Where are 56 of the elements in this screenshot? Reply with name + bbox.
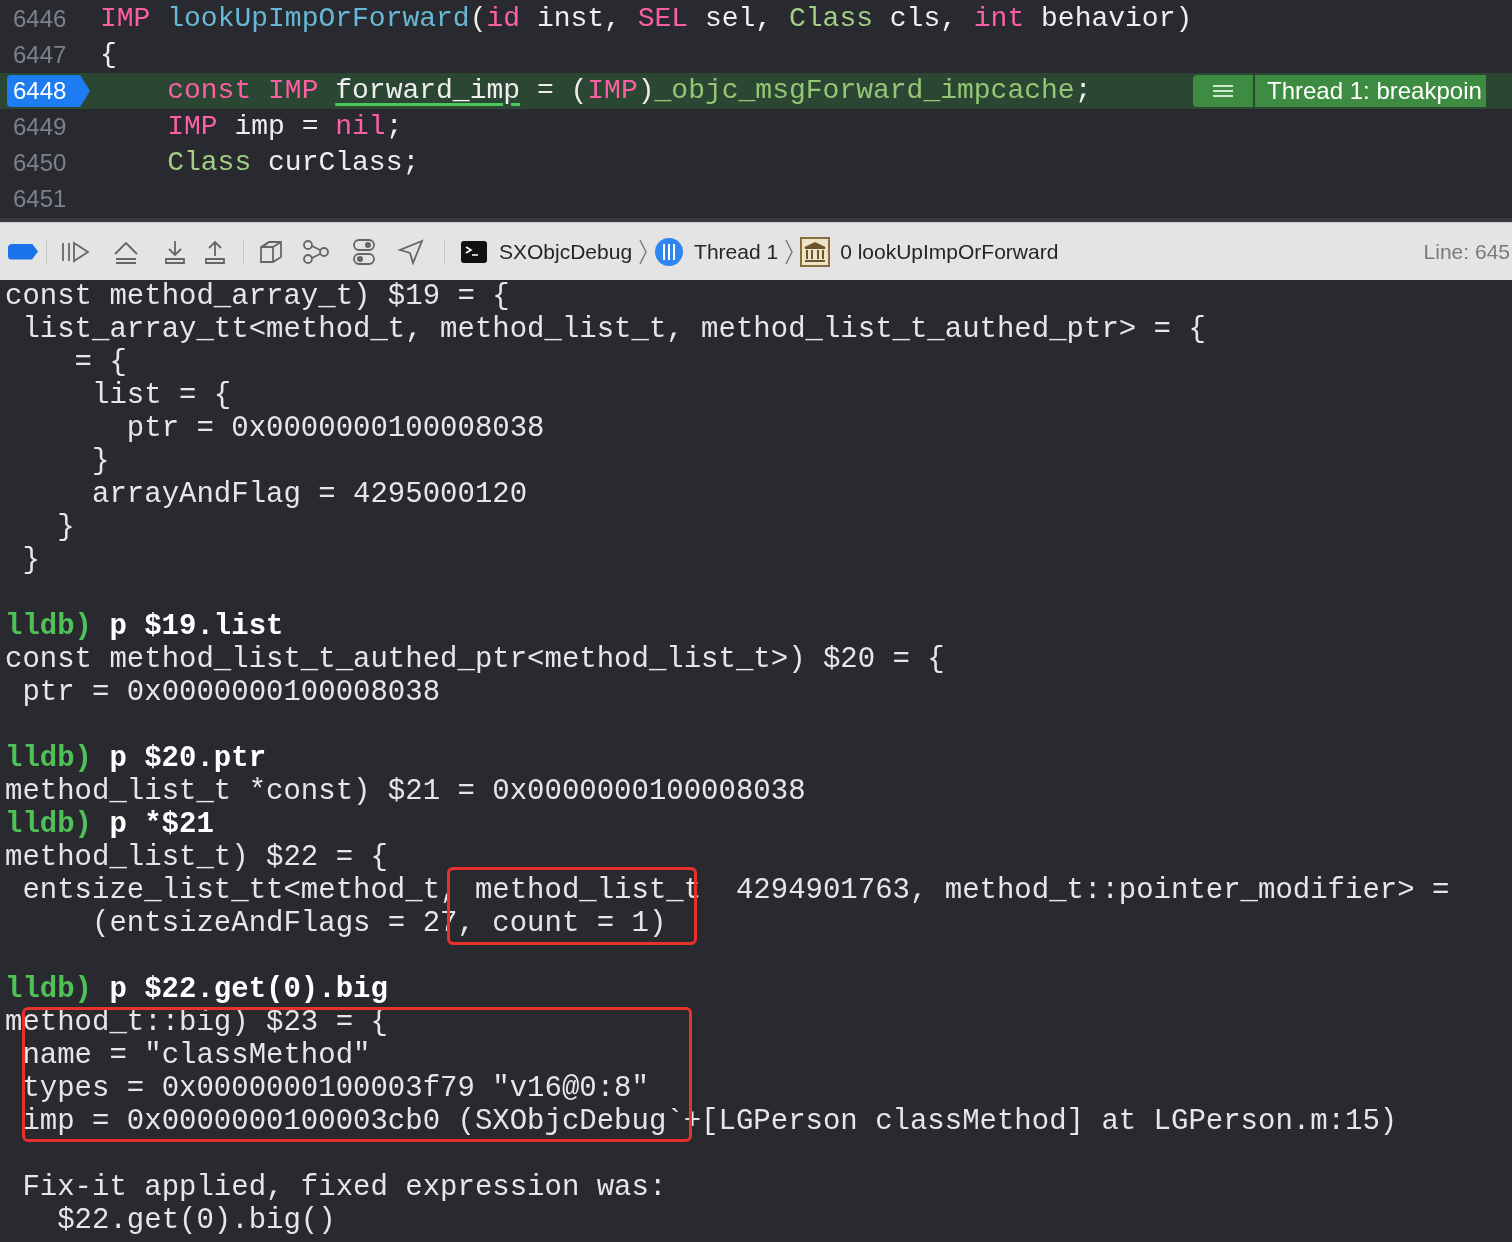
step-into-icon[interactable] [163,238,187,265]
console-output: arrayAndFlag = 4295000120 [91,478,528,511]
console-output: const method_array_t) $19 = { [5,280,510,313]
code-line: IMP imp = nil; [166,110,403,144]
console-output: = { [73,346,127,379]
thread-icon [654,236,685,267]
chevron-icon [638,237,649,266]
breadcrumb-item[interactable]: Thread 1 [694,235,779,268]
line-number: 6451 [12,184,68,214]
console-command: p $19.list [109,610,284,643]
terminal-icon [461,240,487,263]
console-output: } [91,445,110,478]
console-output: types = 0x0000000100003f79 "v16@0:8" [21,1072,649,1105]
console-output: name = "classMethod" [21,1039,371,1072]
line-number: 6449 [12,112,68,142]
continue-icon[interactable] [61,239,91,264]
console-output: list_array_tt<method_t, method_list_t, method_list_t_authed_ptr> = { [21,313,1206,346]
console-output: } [21,544,40,577]
line-indicator: Line: 645 [1423,238,1510,265]
console-output: $22.get(0).big() [56,1204,336,1237]
menu-icon [1212,84,1234,98]
console-command: p *$21 [109,808,214,841]
step-out-icon[interactable] [203,238,227,265]
line-number: 6447 [12,40,68,70]
chevron-icon [784,237,795,266]
console-output: } [56,511,75,544]
code-line: const IMP forward_imp = (IMP)_objc_msgForward_impcache; [166,74,1092,108]
location-arrow-icon[interactable] [398,238,424,265]
lldb-prompt: lldb) [5,973,92,1006]
toggles-icon[interactable] [352,237,376,266]
line-number: 6448 [7,75,90,107]
console-output: method_list_t *const) $21 = 0x0000000100008038 [5,775,806,808]
breakpoint-message: Thread 1: breakpoin [1255,75,1486,107]
breadcrumb-item[interactable]: 0 lookUpImpOrForward [840,235,1059,268]
line-number: 6446 [12,4,68,34]
console-output: Fix-it applied, fixed expression was: [21,1171,667,1204]
nodes-icon[interactable] [302,238,330,265]
console-command: p $22.get(0).big [109,973,388,1006]
code-line: Class curClass; [166,146,420,180]
console-output: method_list_t) $22 = { [5,841,388,874]
building-icon [800,236,831,267]
breakpoints-toggle[interactable] [8,243,38,260]
lldb-prompt: lldb) [5,808,92,841]
menu-button[interactable] [1193,75,1253,107]
code-line: { [100,38,117,72]
lldb-prompt: lldb) [5,610,92,643]
console-output: ptr = 0x0000000100008038 [125,412,545,445]
console-output: list = { [91,379,232,412]
lldb-prompt: lldb) [5,742,92,775]
line-number: 6450 [12,148,68,178]
console-output: const method_list_t_authed_ptr<method_list_t>) $20 = { [5,643,945,676]
console-command: p $20.ptr [109,742,267,775]
console-output: ptr = 0x0000000100008038 [21,676,441,709]
layers-icon[interactable] [258,238,284,265]
breadcrumb-item[interactable]: SXObjcDebug [499,235,633,268]
code-line: IMP lookUpImpOrForward(id inst, SEL sel, Class cls, int behavior) [100,2,1193,36]
